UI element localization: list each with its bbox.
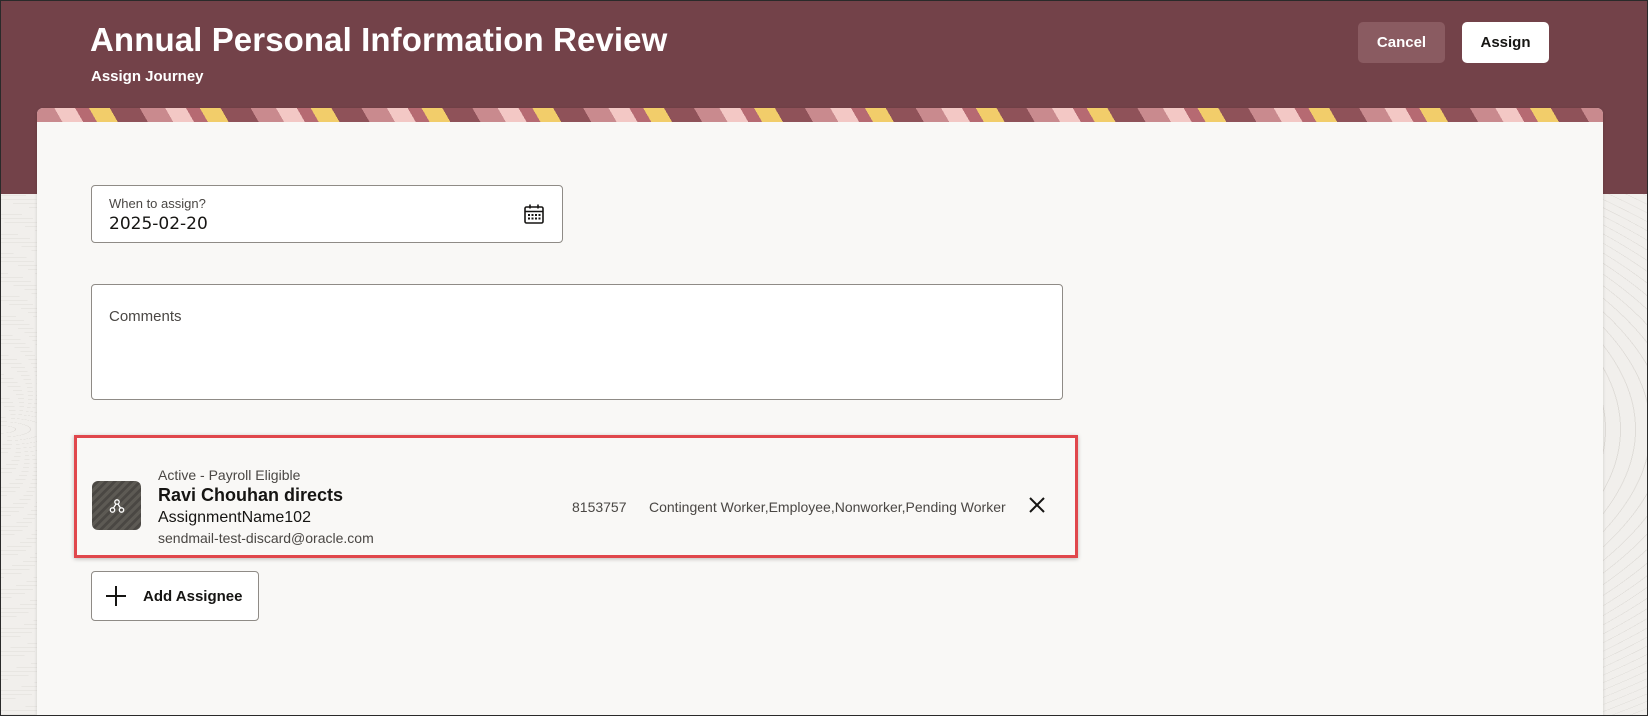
org-hierarchy-icon — [109, 498, 124, 513]
cancel-button[interactable]: Cancel — [1358, 22, 1445, 63]
assign-date-field[interactable]: When to assign? 2025-02-20 — [91, 185, 563, 243]
assignee-status: Active - Payroll Eligible — [158, 467, 301, 483]
worker-types: Contingent Worker,Employee,Nonworker,Pen… — [649, 499, 1006, 515]
app-window: Annual Personal Information Review Assig… — [0, 0, 1648, 716]
add-assignee-button[interactable]: Add Assignee — [91, 571, 259, 621]
comments-label: Comments — [109, 308, 182, 325]
date-field-value[interactable]: 2025-02-20 — [109, 214, 208, 234]
person-number: 8153757 — [572, 499, 627, 515]
assignee-card: Active - Payroll Eligible Ravi Chouhan d… — [74, 435, 1078, 558]
comments-field[interactable]: Comments — [91, 284, 1063, 400]
date-field-label: When to assign? — [109, 196, 206, 211]
assign-button[interactable]: Assign — [1462, 22, 1549, 63]
calendar-icon[interactable] — [523, 203, 545, 225]
page-title: Annual Personal Information Review — [90, 21, 668, 58]
add-assignee-label: Add Assignee — [143, 587, 243, 605]
assignee-email: sendmail-test-discard@oracle.com — [158, 530, 374, 546]
plus-icon — [106, 586, 126, 606]
avatar — [92, 481, 141, 530]
assignee-name: Ravi Chouhan directs — [158, 485, 344, 505]
close-icon[interactable] — [1027, 495, 1047, 515]
remove-assignee-button[interactable] — [1025, 493, 1049, 517]
page-subtitle: Assign Journey — [91, 68, 204, 85]
assignment-name: AssignmentName102 — [158, 509, 311, 526]
decorative-banner — [37, 108, 1603, 122]
